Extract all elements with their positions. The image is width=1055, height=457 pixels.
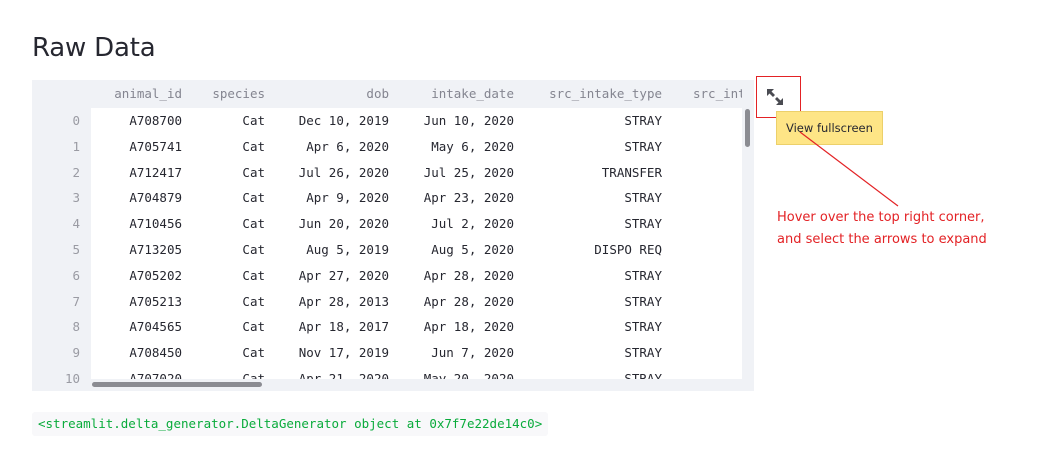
- code-output: <streamlit.delta_generator.DeltaGenerato…: [32, 412, 549, 436]
- annotation-line-1: Hover over the top right corner,: [777, 210, 985, 225]
- annotation-line-2: and select the arrows to expand: [777, 232, 987, 247]
- annotation-text: Hover over the top right corner, and sel…: [777, 207, 1047, 251]
